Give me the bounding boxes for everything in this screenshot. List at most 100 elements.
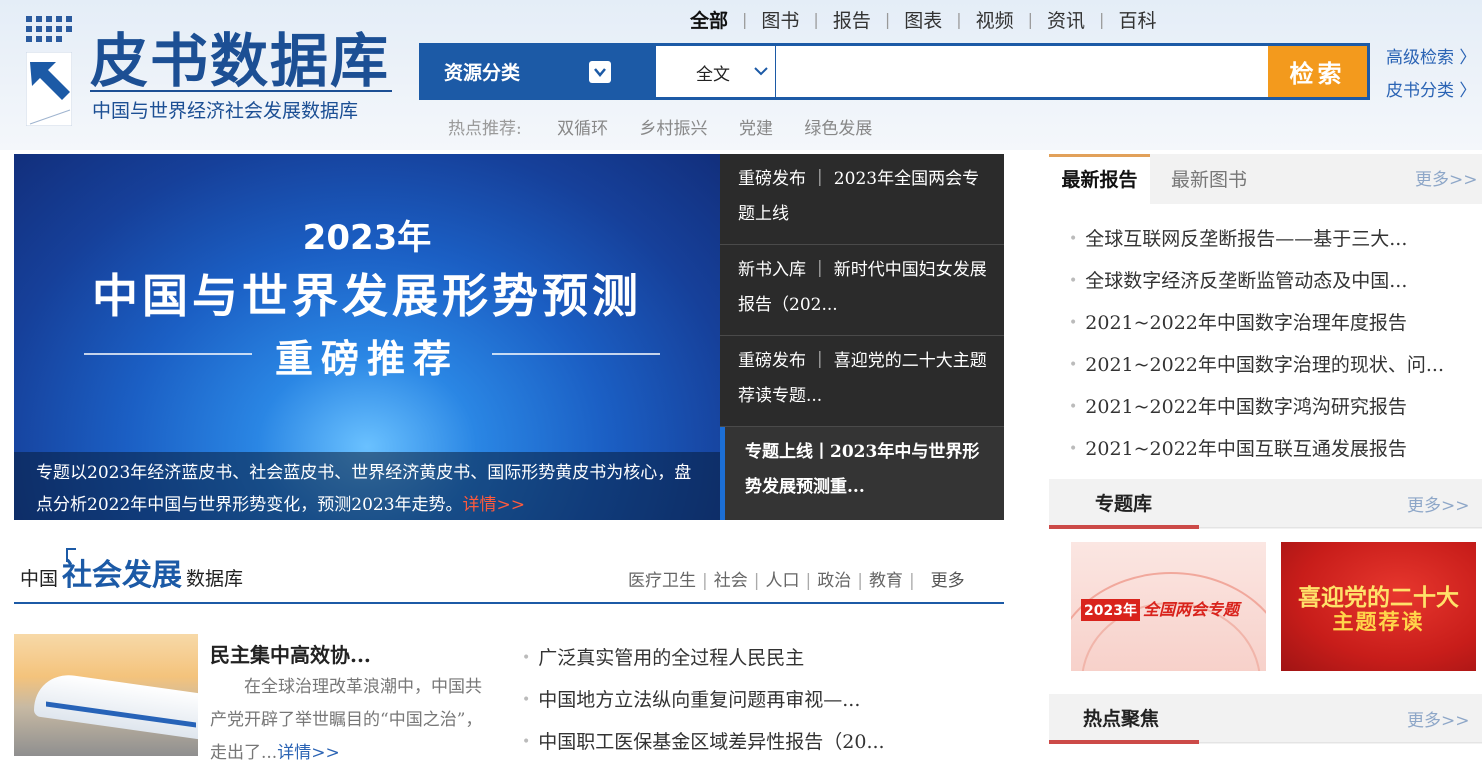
- banner-news-list: 重磅发布 ｜ 2023年全国两会专题上线 新书入库 ｜ 新时代中国妇女发展报告（…: [720, 154, 1004, 520]
- title-prefix: 中国: [20, 568, 59, 590]
- search-scope-select[interactable]: 全文: [656, 46, 776, 97]
- featured-article-desc: 在全球治理改革浪潮中，中国共产党开辟了举世瞩目的“中国之治”，走出了...详情>…: [210, 671, 490, 769]
- topic-two-sessions-card[interactable]: 2023年 全国两会专题: [1071, 542, 1266, 671]
- banner-details-link[interactable]: 详情>>: [463, 495, 526, 515]
- header-accent-bar: [1049, 525, 1199, 529]
- featured-details-link[interactable]: 详情>>: [277, 743, 340, 763]
- social-article-list: 广泛真实管用的全过程人民民主 中国地方立法纵向重复问题再审视—... 中国职工医…: [522, 637, 885, 763]
- social-category-tabs: 医疗卫生 | 社会 | 人口 | 政治 | 教育 | 更多: [628, 566, 965, 591]
- tab-separator: |: [908, 571, 915, 591]
- advanced-search-link[interactable]: 高级检索 〉: [1386, 42, 1476, 75]
- list-item[interactable]: 中国地方立法纵向重复问题再审视—...: [522, 679, 885, 721]
- site-logo[interactable]: 皮书数据库 中国与世界经济社会发展数据库: [24, 12, 404, 130]
- list-item[interactable]: 2021~2022年中国数字治理年度报告: [1069, 302, 1444, 344]
- hot-keyword[interactable]: 双循环: [557, 119, 608, 139]
- tab-separator: |: [702, 571, 708, 591]
- hot-focus-header: 热点聚焦 更多>>: [1049, 694, 1482, 744]
- banner-caption-text: 专题以2023年经济蓝皮书、社会蓝皮书、世界经济黄皮书、国际形势黄皮书为核心，盘…: [36, 463, 692, 515]
- banner-title: 中国与世界发展形势预测: [92, 269, 642, 323]
- logo-subtitle: 中国与世界经济社会发展数据库: [92, 100, 359, 122]
- topic-name: 全国两会专题: [1142, 600, 1239, 619]
- banner-news-item[interactable]: 新书入库 ｜ 新时代中国妇女发展报告（202...: [720, 245, 1004, 336]
- hot-recommendations: 热点推荐: 双循环 乡村振兴 党建 绿色发展: [448, 114, 872, 139]
- social-section-title: 中国 社会发展 数据库: [20, 550, 243, 594]
- topic-party-congress-card[interactable]: 喜迎党的二十大 主题荐读: [1281, 542, 1476, 671]
- nav-videos[interactable]: 视频: [976, 6, 1014, 33]
- search-bar: 资源分类 全文 检索: [419, 43, 1370, 100]
- topic-library-title: 专题库: [1095, 493, 1153, 515]
- featured-article-title[interactable]: 民主集中高效协...: [210, 639, 371, 668]
- nav-all[interactable]: 全部: [690, 6, 728, 33]
- search-side-links: 高级检索 〉 皮书分类 〉: [1386, 42, 1476, 108]
- tab-separator: |: [857, 571, 863, 591]
- banner-news-item[interactable]: 重磅发布 ｜ 喜迎党的二十大主题荐读专题...: [720, 336, 1004, 427]
- hot-focus-title: 热点聚焦: [1083, 708, 1160, 730]
- book-category-link[interactable]: 皮书分类 〉: [1386, 75, 1476, 108]
- logo-title: 皮书数据库: [90, 27, 391, 95]
- search-scope-value: 全文: [696, 65, 730, 85]
- nav-separator: |: [1027, 9, 1034, 29]
- nav-separator: |: [742, 9, 748, 29]
- topic-card-line2: 主题荐读: [1332, 609, 1425, 634]
- list-item[interactable]: 2021~2022年中国数字鸿沟研究报告: [1069, 386, 1444, 428]
- tab-latest-reports[interactable]: 最新报告: [1049, 154, 1150, 204]
- hot-keyword[interactable]: 党建: [739, 119, 773, 139]
- list-item[interactable]: 2021~2022年中国数字治理的现状、问...: [1069, 344, 1444, 386]
- tab-healthcare[interactable]: 医疗卫生: [628, 571, 696, 591]
- resource-type-nav: 全部 | 图书 | 报告 | 图表 | 视频 | 资讯 | 百科: [690, 6, 1156, 32]
- banner-news-item-active[interactable]: 专题上线丨2023年中与世界形势发展预测重...: [720, 427, 1004, 520]
- nav-encyclopedia[interactable]: 百科: [1118, 6, 1156, 33]
- search-button[interactable]: 检索: [1268, 46, 1367, 97]
- featured-article-image[interactable]: [14, 634, 198, 756]
- banner-caption: 专题以2023年经济蓝皮书、社会蓝皮书、世界经济黄皮书、国际形势黄皮书为核心，盘…: [14, 452, 720, 520]
- site-header: 皮书数据库 中国与世界经济社会发展数据库 全部 | 图书 | 报告 | 图表 |…: [0, 0, 1482, 150]
- tab-separator: |: [753, 571, 760, 591]
- banner-news-item[interactable]: 重磅发布 ｜ 2023年全国两会专题上线: [720, 154, 1004, 245]
- nav-separator: |: [956, 9, 962, 29]
- banner-year: 2023年: [302, 218, 432, 258]
- nav-books[interactable]: 图书: [761, 6, 799, 33]
- topic-library-header: 专题库 更多>>: [1049, 479, 1482, 529]
- social-section-header: 中国 社会发展 数据库 医疗卫生 | 社会 | 人口 | 政治 | 教育 | 更多: [14, 546, 1004, 604]
- tab-population[interactable]: 人口: [765, 571, 799, 591]
- resource-category-label[interactable]: 资源分类: [444, 58, 520, 85]
- latest-more-link[interactable]: 更多>>: [1415, 154, 1478, 204]
- header-underline: [1199, 742, 1482, 743]
- chevron-down-icon: [754, 67, 768, 76]
- latest-report-list: 全球互联网反垄断报告——基于三大... 全球数字经济反垄断监管动态及中国... …: [1069, 218, 1444, 470]
- nav-reports[interactable]: 报告: [833, 6, 871, 33]
- topic-more-link[interactable]: 更多>>: [1407, 491, 1470, 516]
- social-more-link[interactable]: 更多: [931, 571, 965, 591]
- list-item[interactable]: 广泛真实管用的全过程人民民主: [522, 637, 885, 679]
- list-item[interactable]: 全球数字经济反垄断监管动态及中国...: [1069, 260, 1444, 302]
- latest-tabs: 最新报告 最新图书 更多>>: [1049, 154, 1482, 204]
- list-item[interactable]: 全球互联网反垄断报告——基于三大...: [1069, 218, 1444, 260]
- list-item[interactable]: 2021~2022年中国互联互通发展报告: [1069, 428, 1444, 470]
- topic-year-badge: 2023年: [1081, 599, 1140, 621]
- tab-latest-books[interactable]: 最新图书: [1171, 154, 1247, 204]
- logo-dots-icon: [26, 16, 72, 50]
- title-suffix: 数据库: [186, 568, 244, 590]
- banner-subtitle: 重磅推荐: [274, 336, 459, 381]
- focus-more-link[interactable]: 更多>>: [1407, 706, 1470, 731]
- featured-banner[interactable]: 2023年 中国与世界发展形势预测 重磅推荐 专题以2023年经济蓝皮书、社会蓝…: [14, 154, 720, 520]
- hot-keyword[interactable]: 乡村振兴: [640, 119, 708, 139]
- logo-divider: [90, 90, 392, 92]
- nav-separator: |: [884, 9, 891, 29]
- logo-book-icon: [26, 52, 72, 126]
- hot-label: 热点推荐:: [448, 119, 522, 139]
- category-dropdown-toggle[interactable]: [589, 61, 611, 83]
- featured-article-text: 在全球治理改革浪潮中，中国共产党开辟了举世瞩目的“中国之治”，走出了...: [210, 677, 483, 763]
- tab-society[interactable]: 社会: [714, 571, 748, 591]
- header-accent-bar: [1049, 740, 1199, 744]
- list-item[interactable]: 中国职工医保基金区域差异性报告（20...: [522, 721, 884, 763]
- nav-charts[interactable]: 图表: [904, 6, 942, 33]
- tab-separator: |: [805, 571, 812, 591]
- nav-news[interactable]: 资讯: [1047, 6, 1085, 33]
- hot-keyword[interactable]: 绿色发展: [804, 119, 872, 139]
- title-main: 社会发展: [62, 558, 183, 593]
- search-input[interactable]: [776, 46, 1268, 97]
- tab-politics[interactable]: 政治: [817, 571, 851, 591]
- tab-education[interactable]: 教育: [869, 571, 903, 591]
- nav-separator: |: [813, 9, 819, 29]
